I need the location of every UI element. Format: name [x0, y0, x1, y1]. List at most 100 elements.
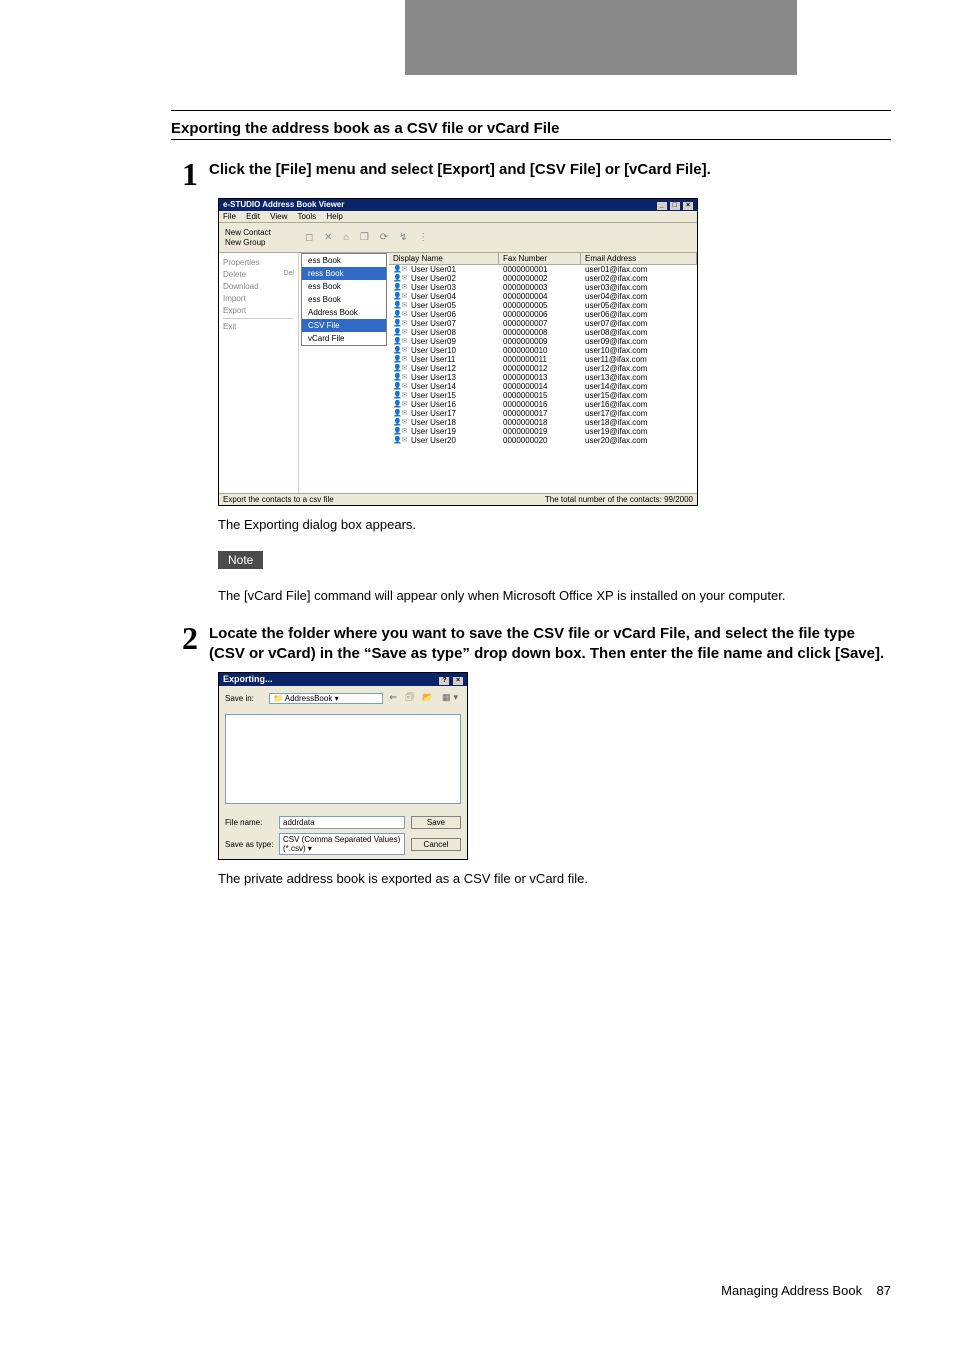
cell-display-name: User User15	[407, 391, 499, 400]
maximize-icon[interactable]: □	[670, 202, 680, 210]
table-row[interactable]: 👤✉User User170000000017user17@ifax.com	[389, 409, 697, 418]
contact-icon: 👤✉	[389, 355, 407, 364]
contact-icon: 👤✉	[389, 436, 407, 445]
table-row[interactable]: 👤✉User User020000000002user02@ifax.com	[389, 274, 697, 283]
contact-icon: 👤✉	[389, 418, 407, 427]
submenu-vcard-file[interactable]: vCard File	[302, 332, 386, 345]
footer-page: 87	[877, 1283, 891, 1298]
title-underline	[171, 139, 891, 140]
window-title: e-STUDIO Address Book Viewer	[223, 200, 344, 210]
col-fax-number[interactable]: Fax Number	[499, 253, 581, 264]
menu-tools[interactable]: Tools	[297, 212, 316, 221]
saveastype-combo[interactable]: CSV (Comma Separated Values) (*.csv) ▾	[279, 833, 405, 855]
status-bar: Export the contacts to a csv file The to…	[219, 493, 697, 505]
filemenu-export[interactable]: Export	[223, 306, 294, 315]
cell-email: user16@ifax.com	[581, 400, 697, 409]
table-row[interactable]: 👤✉User User190000000019user19@ifax.com	[389, 427, 697, 436]
table-row[interactable]: 👤✉User User180000000018user18@ifax.com	[389, 418, 697, 427]
table-row[interactable]: 👤✉User User120000000012user12@ifax.com	[389, 364, 697, 373]
submenu-item[interactable]: ess Book	[302, 254, 386, 267]
step-1-text: Click the [File] menu and select [Export…	[209, 158, 711, 190]
table-row[interactable]: 👤✉User User060000000006user06@ifax.com	[389, 310, 697, 319]
cell-email: user07@ifax.com	[581, 319, 697, 328]
status-left: Export the contacts to a csv file	[223, 495, 334, 504]
dialog-titlebar: Exporting... ? ×	[219, 673, 467, 686]
new-contact-button[interactable]: New Contact	[225, 228, 305, 237]
filemenu-download[interactable]: Download	[223, 282, 294, 291]
cell-display-name: User User18	[407, 418, 499, 427]
submenu-item[interactable]: Address Book	[302, 306, 386, 319]
table-row[interactable]: 👤✉User User040000000004user04@ifax.com	[389, 292, 697, 301]
filename-input[interactable]: addrdata	[279, 816, 405, 829]
table-row[interactable]: 👤✉User User050000000005user05@ifax.com	[389, 301, 697, 310]
cell-fax: 0000000017	[499, 409, 581, 418]
cell-display-name: User User10	[407, 346, 499, 355]
filemenu-exit[interactable]: Exit	[223, 322, 294, 331]
submenu-csv-file[interactable]: CSV File	[302, 319, 386, 332]
table-row[interactable]: 👤✉User User160000000016user16@ifax.com	[389, 400, 697, 409]
delete-shortcut: Del	[283, 270, 294, 277]
contact-icon: 👤✉	[389, 301, 407, 310]
cell-fax: 0000000002	[499, 274, 581, 283]
cell-fax: 0000000010	[499, 346, 581, 355]
table-row[interactable]: 👤✉User User100000000010user10@ifax.com	[389, 346, 697, 355]
new-group-button[interactable]: New Group	[225, 238, 305, 247]
cell-display-name: User User11	[407, 355, 499, 364]
cell-fax: 0000000015	[499, 391, 581, 400]
cell-email: user08@ifax.com	[581, 328, 697, 337]
cell-email: user10@ifax.com	[581, 346, 697, 355]
step-2-text: Locate the folder where you want to save…	[209, 622, 891, 665]
cell-email: user18@ifax.com	[581, 418, 697, 427]
table-row[interactable]: 👤✉User User030000000003user03@ifax.com	[389, 283, 697, 292]
savein-combo[interactable]: 📁 AddressBook ▾	[269, 693, 383, 704]
menu-file[interactable]: File	[223, 212, 236, 221]
saveastype-label: Save as type:	[225, 840, 279, 849]
cell-email: user12@ifax.com	[581, 364, 697, 373]
close-icon[interactable]: ×	[683, 202, 693, 210]
contact-icon: 👤✉	[389, 283, 407, 292]
cell-fax: 0000000019	[499, 427, 581, 436]
toolbar: New Contact New Group ◻ ✕ ⌂ ❐ ⟳ ↯ ⋮	[219, 223, 697, 253]
cell-display-name: User User01	[407, 265, 499, 274]
file-list-area[interactable]	[225, 714, 461, 804]
cell-fax: 0000000020	[499, 436, 581, 445]
saveastype-value: CSV (Comma Separated Values) (*.csv)	[283, 835, 400, 853]
table-row[interactable]: 👤✉User User080000000008user08@ifax.com	[389, 328, 697, 337]
filemenu-properties[interactable]: Properties	[223, 258, 294, 267]
submenu-item[interactable]: ess Book	[302, 293, 386, 306]
cell-fax: 0000000008	[499, 328, 581, 337]
filemenu-import[interactable]: Import	[223, 294, 294, 303]
cell-email: user15@ifax.com	[581, 391, 697, 400]
col-email-address[interactable]: Email Address	[581, 253, 697, 264]
minimize-icon[interactable]: _	[657, 202, 667, 210]
nav-icons: ⇐ 🗊 📂 ▦▾	[389, 690, 461, 706]
addressbook-viewer-window: e-STUDIO Address Book Viewer _ □ × File …	[218, 198, 698, 506]
menu-help[interactable]: Help	[326, 212, 342, 221]
table-row[interactable]: 👤✉User User070000000007user07@ifax.com	[389, 319, 697, 328]
table-row[interactable]: 👤✉User User200000000020user20@ifax.com	[389, 436, 697, 445]
table-row[interactable]: 👤✉User User130000000013user13@ifax.com	[389, 373, 697, 382]
cell-fax: 0000000006	[499, 310, 581, 319]
header-gray-block	[405, 0, 797, 75]
close-icon[interactable]: ×	[453, 677, 463, 685]
contact-icon: 👤✉	[389, 337, 407, 346]
submenu-item[interactable]: ress Book	[302, 267, 386, 280]
cancel-button[interactable]: Cancel	[411, 838, 461, 851]
table-row[interactable]: 👤✉User User110000000011user11@ifax.com	[389, 355, 697, 364]
save-button[interactable]: Save	[411, 816, 461, 829]
col-display-name[interactable]: Display Name	[389, 253, 499, 264]
submenu-item[interactable]: ess Book	[302, 280, 386, 293]
help-icon[interactable]: ?	[439, 677, 449, 685]
table-row[interactable]: 👤✉User User090000000009user09@ifax.com	[389, 337, 697, 346]
table-row[interactable]: 👤✉User User150000000015user15@ifax.com	[389, 391, 697, 400]
cell-email: user06@ifax.com	[581, 310, 697, 319]
page-footer: Managing Address Book 87	[721, 1283, 891, 1298]
filemenu-delete[interactable]: Delete Del	[223, 270, 294, 279]
cell-display-name: User User07	[407, 319, 499, 328]
menu-edit[interactable]: Edit	[246, 212, 260, 221]
table-row[interactable]: 👤✉User User140000000014user14@ifax.com	[389, 382, 697, 391]
table-row[interactable]: 👤✉User User010000000001user01@ifax.com	[389, 265, 697, 274]
file-menu-open: Properties Delete Del Download Import Ex…	[219, 253, 299, 493]
menu-view[interactable]: View	[270, 212, 287, 221]
contact-icon: 👤✉	[389, 346, 407, 355]
